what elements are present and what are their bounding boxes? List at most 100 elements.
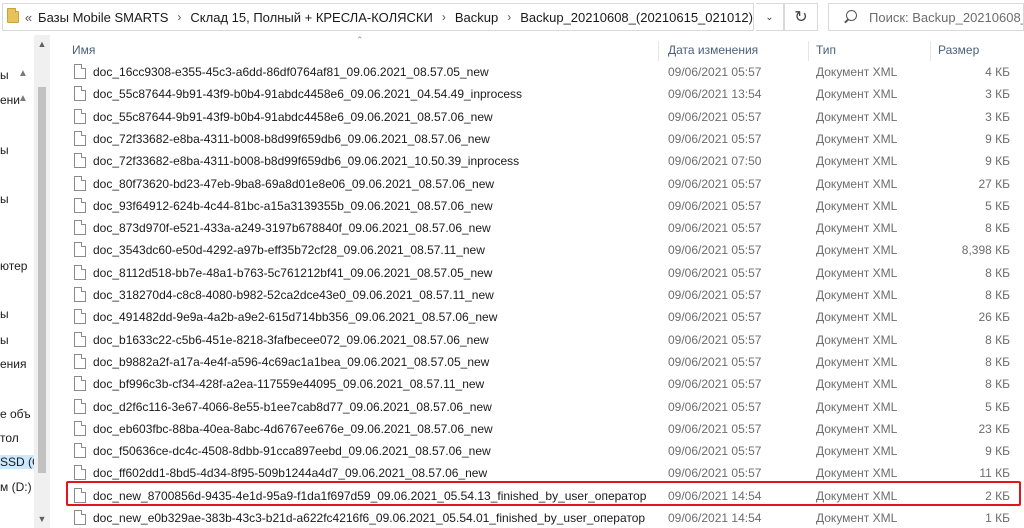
breadcrumb-item[interactable]: Backup [455,10,498,25]
breadcrumb-overflow[interactable]: « [25,10,32,25]
column-divider[interactable] [930,41,931,61]
xml-file-icon [74,175,86,191]
file-name: doc_80f73620-bd23-47eb-9ba8-69a8d01e8e06… [93,176,495,191]
file-type: Документ XML [816,87,898,102]
search-icon [843,10,857,24]
search-placeholder: Поиск: Backup_20210608_(2 [869,9,1024,25]
nav-item[interactable]: ы [0,307,9,321]
file-row[interactable]: doc_16cc9308-e355-45c3-a6dd-86df0764af81… [50,61,1024,83]
file-name: doc_55c87644-9b91-43f9-b0b4-91abdc4458e6… [93,109,493,124]
breadcrumb-item[interactable]: Склад 15, Полный + КРЕСЛА-КОЛЯСКИ [190,10,432,25]
file-size: 27 КБ [978,176,1010,191]
column-header-date[interactable]: Дата изменения [668,43,758,57]
nav-item[interactable]: ы [0,192,9,206]
file-size: 9 КБ [985,444,1010,459]
file-name: doc_93f64912-624b-4c44-81bc-a15a3139355b… [93,198,493,213]
file-name: doc_16cc9308-e355-45c3-a6dd-86df0764af81… [93,65,489,79]
address-bar[interactable]: « Базы Mobile SMARTS › Склад 15, Полный … [2,3,754,31]
file-row[interactable]: doc_bf996c3b-cf34-428f-a2ea-117559e44095… [50,373,1024,395]
file-type: Документ XML [816,198,898,213]
xml-file-icon [74,510,86,525]
column-header-name[interactable]: Имя [72,43,95,57]
file-size: 5 КБ [985,399,1010,414]
file-type: Документ XML [816,377,898,392]
file-row[interactable]: doc_55c87644-9b91-43f9-b0b4-91abdc4458e6… [50,106,1024,128]
history-dropdown-button[interactable]: ⌄ [756,3,784,31]
refresh-button[interactable]: ↻ [784,3,818,31]
file-size: 9 КБ [985,131,1010,146]
file-size: 8 КБ [985,377,1010,392]
file-row[interactable]: doc_eb603fbc-88ba-40ea-8abc-4d6767ee676e… [50,418,1024,440]
file-row[interactable]: doc_8112d518-bb7e-48a1-b763-5c761212bf41… [50,262,1024,284]
nav-item[interactable]: е объ [0,407,31,421]
file-row[interactable]: doc_80f73620-bd23-47eb-9ba8-69a8d01e8e06… [50,173,1024,195]
file-size: 3 КБ [985,87,1010,102]
column-header-size[interactable]: Размер [938,43,979,57]
file-row[interactable]: doc_f50636ce-dc4c-4508-8dbb-91cca897eebd… [50,440,1024,462]
nav-item[interactable]: ени [0,93,20,107]
file-row[interactable]: doc_873d970f-e521-433a-a249-3197b678840f… [50,217,1024,239]
file-row[interactable]: doc_d2f6c116-3e67-4066-8e55-b1ee7cab8d77… [50,396,1024,418]
scroll-up-icon[interactable]: ▲ [34,39,50,49]
pin-icon: ▲ [18,93,28,104]
nav-item[interactable]: тол [0,431,19,445]
file-size: 8 КБ [985,288,1010,302]
file-row[interactable]: doc_93f64912-624b-4c44-81bc-a15a3139355b… [50,195,1024,217]
file-date: 09/06/2021 05:57 [668,243,762,258]
column-header-type[interactable]: Тип [816,43,836,57]
file-type: Документ XML [816,243,898,258]
column-divider[interactable] [658,41,659,61]
file-size: 3 КБ [985,109,1010,124]
breadcrumb-item[interactable]: Backup_20210608_(20210615_021012) [520,10,753,25]
file-size: 26 КБ [978,310,1010,325]
file-row[interactable]: doc_55c87644-9b91-43f9-b0b4-91abdc4458e6… [50,83,1024,105]
xml-file-icon [74,264,86,280]
column-divider[interactable] [808,41,809,61]
xml-file-icon [74,309,86,325]
file-row[interactable]: doc_3543dc60-e50d-4292-a97b-eff35b72cf28… [50,239,1024,261]
file-row[interactable]: doc_318270d4-c8c8-4080-b982-52ca2dce43e0… [50,284,1024,306]
file-name: doc_491482dd-9e9a-4a2b-a9e2-615d714bb356… [93,310,498,325]
file-row[interactable]: doc_b9882a2f-a17a-4e4f-a596-4c69ac1a1bea… [50,351,1024,373]
file-row[interactable]: doc_new_e0b329ae-383b-43c3-b21d-a622fc42… [50,507,1024,528]
file-date: 09/06/2021 05:57 [668,354,762,369]
scroll-down-icon[interactable]: ▼ [34,514,50,524]
nav-item-drive-c[interactable]: SSD (C [0,455,41,469]
breadcrumb-item[interactable]: Базы Mobile SMARTS [38,10,168,25]
file-type: Документ XML [816,154,898,169]
file-date: 09/06/2021 05:57 [668,444,762,459]
nav-item[interactable]: ы [0,333,9,347]
column-header-row: ⌃ Имя Дата изменения Тип Размер [50,35,1024,61]
file-date: 09/06/2021 05:57 [668,466,762,481]
xml-file-icon [74,220,86,236]
file-row[interactable]: doc_b1633c22-c5b6-451e-8218-3fafbecee072… [50,329,1024,351]
file-name: doc_b1633c22-c5b6-451e-8218-3fafbecee072… [93,332,489,347]
file-size: 8 КБ [985,354,1010,369]
file-row[interactable]: doc_72f33682-e8ba-4311-b008-b8d99f659db6… [50,150,1024,172]
file-name: doc_bf996c3b-cf34-428f-a2ea-117559e44095… [93,377,485,392]
file-name: doc_d2f6c116-3e67-4066-8e55-b1ee7cab8d77… [93,399,492,414]
chevron-right-icon[interactable]: › [507,10,511,24]
nav-item-drive-d[interactable]: м (D:) [0,480,32,494]
file-type: Документ XML [816,466,898,481]
file-type: Документ XML [816,131,898,146]
file-name: doc_b9882a2f-a17a-4e4f-a596-4c69ac1a1bea… [93,354,490,369]
xml-file-icon [74,398,86,414]
nav-scrollbar[interactable]: ▲ ▼ [34,35,50,528]
file-type: Документ XML [816,221,898,236]
file-date: 09/06/2021 05:57 [668,265,762,280]
chevron-right-icon[interactable]: › [442,10,446,24]
nav-scroll-thumb[interactable] [38,87,46,473]
pin-icon: ▲ [18,68,28,79]
nav-item[interactable]: ы [0,68,9,82]
nav-item[interactable]: ютер [0,259,27,273]
chevron-right-icon[interactable]: › [177,10,181,24]
file-date: 09/06/2021 05:57 [668,421,762,436]
file-row[interactable]: doc_491482dd-9e9a-4a2b-a9e2-615d714bb356… [50,306,1024,328]
file-row[interactable]: doc_72f33682-e8ba-4311-b008-b8d99f659db6… [50,128,1024,150]
search-input[interactable]: Поиск: Backup_20210608_(2 [828,3,1024,31]
xml-file-icon [74,64,86,79]
nav-item[interactable]: ения [0,357,27,371]
nav-item[interactable]: ы [0,143,9,157]
xml-file-icon [74,376,86,392]
